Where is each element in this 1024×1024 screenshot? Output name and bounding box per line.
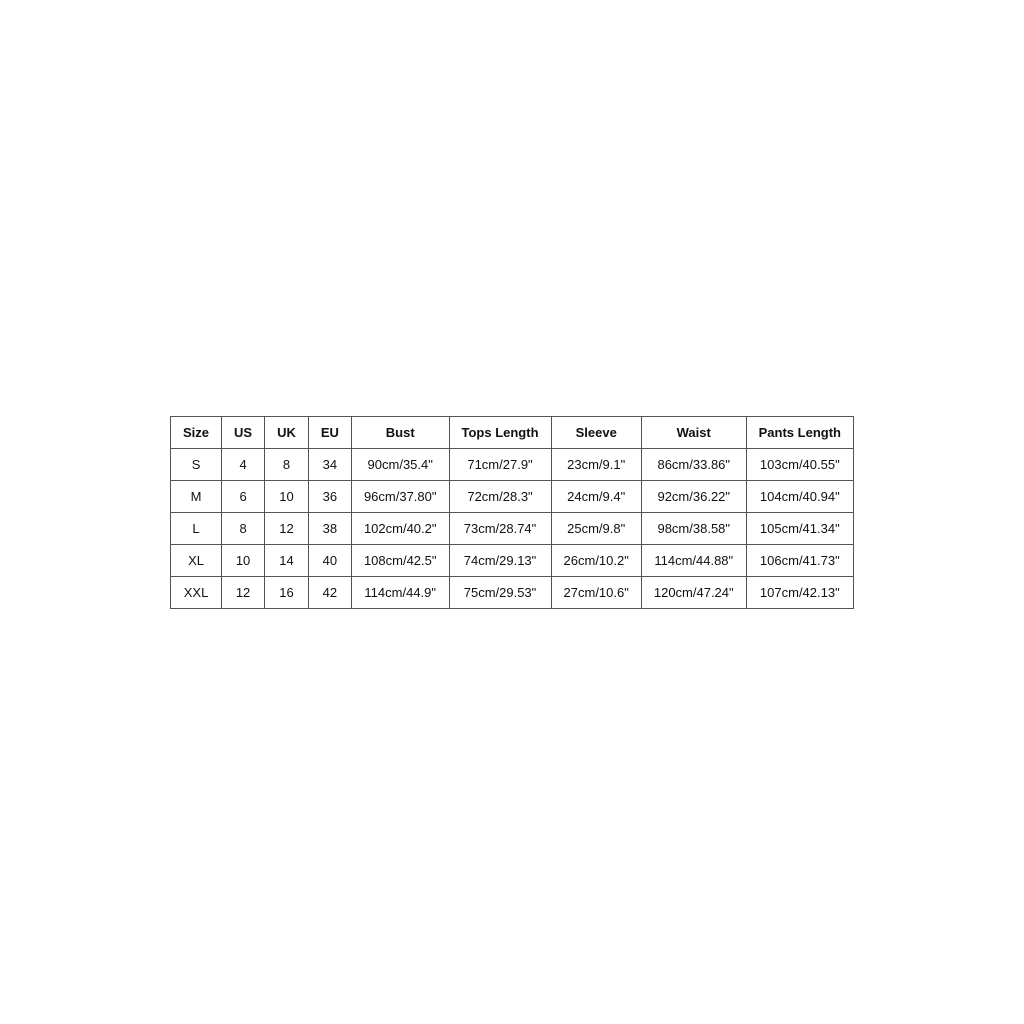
cell-tops_length: 73cm/28.74": [449, 512, 551, 544]
cell-uk: 14: [265, 544, 309, 576]
table-header-row: Size US UK EU Bust Tops Length Sleeve Wa…: [171, 416, 854, 448]
cell-bust: 114cm/44.9": [351, 576, 449, 608]
cell-us: 10: [222, 544, 265, 576]
cell-uk: 10: [265, 480, 309, 512]
cell-waist: 120cm/47.24": [641, 576, 746, 608]
table-row: S483490cm/35.4"71cm/27.9"23cm/9.1"86cm/3…: [171, 448, 854, 480]
cell-eu: 40: [308, 544, 351, 576]
cell-bust: 108cm/42.5": [351, 544, 449, 576]
cell-tops_length: 71cm/27.9": [449, 448, 551, 480]
cell-eu: 36: [308, 480, 351, 512]
cell-size: L: [171, 512, 222, 544]
cell-eu: 42: [308, 576, 351, 608]
header-pants-length: Pants Length: [746, 416, 853, 448]
size-chart-table: Size US UK EU Bust Tops Length Sleeve Wa…: [170, 416, 854, 609]
header-eu: EU: [308, 416, 351, 448]
cell-pants_length: 104cm/40.94": [746, 480, 853, 512]
cell-size: S: [171, 448, 222, 480]
cell-tops_length: 72cm/28.3": [449, 480, 551, 512]
cell-sleeve: 26cm/10.2": [551, 544, 641, 576]
cell-uk: 16: [265, 576, 309, 608]
table-row: XXL121642114cm/44.9"75cm/29.53"27cm/10.6…: [171, 576, 854, 608]
cell-sleeve: 24cm/9.4": [551, 480, 641, 512]
cell-size: M: [171, 480, 222, 512]
header-tops-length: Tops Length: [449, 416, 551, 448]
cell-waist: 114cm/44.88": [641, 544, 746, 576]
cell-pants_length: 107cm/42.13": [746, 576, 853, 608]
cell-uk: 12: [265, 512, 309, 544]
cell-uk: 8: [265, 448, 309, 480]
cell-sleeve: 25cm/9.8": [551, 512, 641, 544]
cell-eu: 34: [308, 448, 351, 480]
cell-eu: 38: [308, 512, 351, 544]
header-us: US: [222, 416, 265, 448]
cell-us: 8: [222, 512, 265, 544]
cell-bust: 90cm/35.4": [351, 448, 449, 480]
size-chart-container: Size US UK EU Bust Tops Length Sleeve Wa…: [170, 416, 854, 609]
cell-us: 6: [222, 480, 265, 512]
table-row: M6103696cm/37.80"72cm/28.3"24cm/9.4"92cm…: [171, 480, 854, 512]
cell-sleeve: 23cm/9.1": [551, 448, 641, 480]
header-bust: Bust: [351, 416, 449, 448]
cell-waist: 86cm/33.86": [641, 448, 746, 480]
cell-sleeve: 27cm/10.6": [551, 576, 641, 608]
cell-us: 4: [222, 448, 265, 480]
header-size: Size: [171, 416, 222, 448]
cell-bust: 102cm/40.2": [351, 512, 449, 544]
cell-waist: 98cm/38.58": [641, 512, 746, 544]
cell-waist: 92cm/36.22": [641, 480, 746, 512]
table-row: L81238102cm/40.2"73cm/28.74"25cm/9.8"98c…: [171, 512, 854, 544]
table-row: XL101440108cm/42.5"74cm/29.13"26cm/10.2"…: [171, 544, 854, 576]
cell-pants_length: 105cm/41.34": [746, 512, 853, 544]
cell-pants_length: 106cm/41.73": [746, 544, 853, 576]
header-sleeve: Sleeve: [551, 416, 641, 448]
cell-pants_length: 103cm/40.55": [746, 448, 853, 480]
cell-size: XL: [171, 544, 222, 576]
cell-us: 12: [222, 576, 265, 608]
cell-tops_length: 74cm/29.13": [449, 544, 551, 576]
cell-bust: 96cm/37.80": [351, 480, 449, 512]
header-uk: UK: [265, 416, 309, 448]
header-waist: Waist: [641, 416, 746, 448]
cell-size: XXL: [171, 576, 222, 608]
cell-tops_length: 75cm/29.53": [449, 576, 551, 608]
